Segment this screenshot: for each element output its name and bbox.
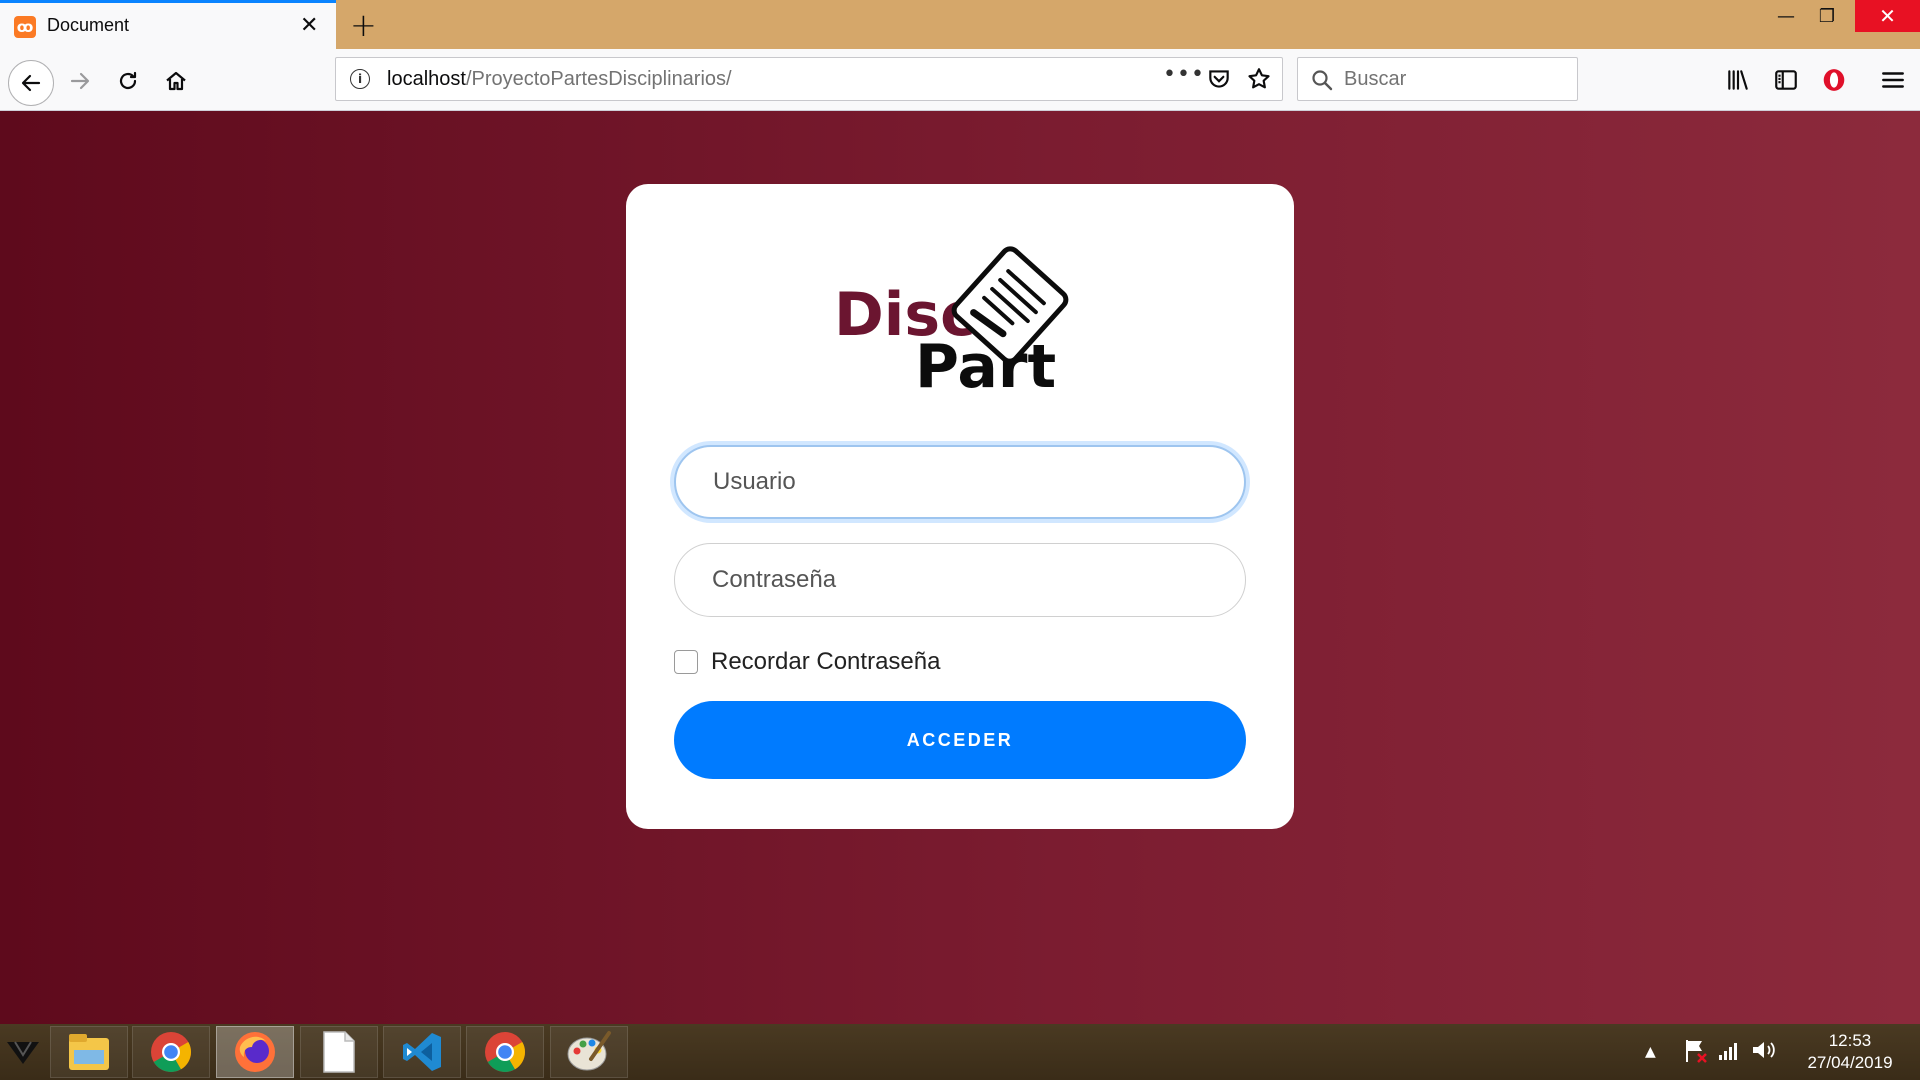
- tab-document[interactable]: ꝏ Document ✕: [0, 0, 336, 49]
- xampp-icon: ꝏ: [14, 16, 36, 38]
- arrow-right-icon: [70, 72, 90, 90]
- tab-title: Document: [47, 15, 130, 35]
- library-icon[interactable]: [1725, 67, 1751, 93]
- taskbar-file-explorer[interactable]: [50, 1026, 128, 1078]
- start-button[interactable]: [0, 1024, 46, 1080]
- url-text[interactable]: localhost/ProyectoPartesDisciplinarios/: [387, 68, 732, 91]
- search-bar[interactable]: [1297, 57, 1578, 101]
- password-field[interactable]: [674, 543, 1246, 617]
- remember-checkbox[interactable]: [674, 650, 698, 674]
- login-submit-button[interactable]: ACCEDER: [674, 701, 1246, 779]
- blank-document-icon: [323, 1031, 355, 1073]
- home-icon: [166, 71, 186, 91]
- disci-part-logo: Disci Part: [834, 246, 1069, 389]
- file-explorer-icon: [69, 1034, 109, 1070]
- action-center-flag-icon[interactable]: [1683, 1038, 1709, 1064]
- back-button[interactable]: [8, 60, 54, 106]
- network-signal-icon[interactable]: [1717, 1038, 1741, 1062]
- firefox-icon: [235, 1032, 275, 1072]
- taskbar-paint[interactable]: [550, 1026, 628, 1078]
- clock-time: 12:53: [1828, 1031, 1872, 1050]
- url-host: localhost: [387, 68, 466, 90]
- page-background: Disci Part Recordar Contraseña ACCEDER: [0, 111, 1920, 1024]
- home-button[interactable]: [156, 61, 196, 101]
- search-icon: [1312, 70, 1333, 91]
- opera-extension-icon[interactable]: [1821, 67, 1847, 93]
- page-actions-button[interactable]: •••: [1163, 62, 1205, 87]
- username-field[interactable]: [674, 445, 1246, 519]
- close-tab-icon[interactable]: ✕: [300, 13, 318, 38]
- remember-label: Recordar Contraseña: [711, 648, 941, 675]
- start-icon: [7, 1041, 39, 1064]
- new-tab-button[interactable]: +: [350, 6, 377, 44]
- url-path: /ProyectoPartesDisciplinarios/: [465, 68, 732, 90]
- reload-button[interactable]: [108, 61, 148, 101]
- reload-icon: [119, 71, 137, 90]
- hamburger-menu-icon[interactable]: [1880, 67, 1906, 93]
- taskbar-firefox[interactable]: [216, 1026, 294, 1078]
- search-input[interactable]: [1344, 58, 1569, 100]
- taskbar-chrome-2[interactable]: [466, 1026, 544, 1078]
- arrow-left-icon: [21, 74, 41, 92]
- taskbar-document[interactable]: [300, 1026, 378, 1078]
- clock-date: 27/04/2019: [1807, 1053, 1893, 1072]
- bookmark-star-icon[interactable]: [1246, 66, 1272, 92]
- taskbar-chrome[interactable]: [132, 1026, 210, 1078]
- login-card: Disci Part Recordar Contraseña ACCEDER: [626, 184, 1294, 829]
- maximize-button[interactable]: ❐: [1803, 0, 1851, 32]
- remember-password-option[interactable]: Recordar Contraseña: [674, 648, 940, 676]
- url-bar[interactable]: i localhost/ProyectoPartesDisciplinarios…: [335, 57, 1283, 101]
- taskbar-vscode[interactable]: [383, 1026, 461, 1078]
- chrome-icon: [151, 1032, 191, 1072]
- pocket-icon[interactable]: [1206, 66, 1232, 92]
- show-hidden-icons-button[interactable]: ▲: [1645, 1044, 1656, 1060]
- sidebar-toggle-icon[interactable]: [1773, 67, 1799, 93]
- system-clock[interactable]: 12:53 27/04/2019: [1790, 1030, 1910, 1074]
- close-window-button[interactable]: ✕: [1855, 0, 1920, 32]
- browser-titlebar: ꝏ Document ✕ + — ❐ ✕: [0, 0, 1920, 49]
- paint-icon: [567, 1031, 611, 1071]
- vscode-icon: [403, 1033, 441, 1071]
- navigation-toolbar: i localhost/ProyectoPartesDisciplinarios…: [0, 49, 1920, 111]
- info-icon[interactable]: i: [350, 69, 370, 89]
- volume-icon[interactable]: [1751, 1038, 1777, 1062]
- windows-taskbar: ▲ 12:53 27/04/2019: [0, 1024, 1920, 1080]
- chrome-icon: [485, 1032, 525, 1072]
- forward-button[interactable]: [60, 61, 100, 101]
